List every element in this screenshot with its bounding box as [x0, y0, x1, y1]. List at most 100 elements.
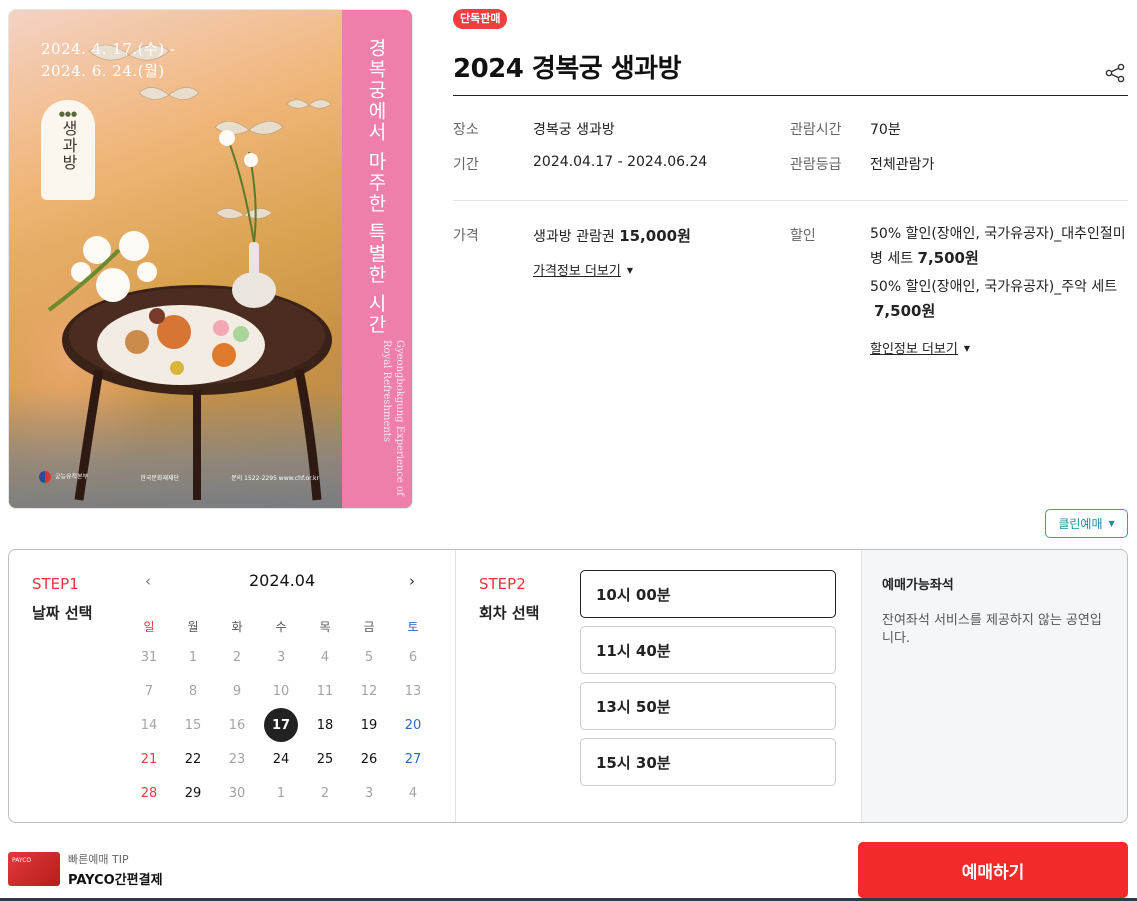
weekday-fri: 금 — [363, 619, 375, 634]
calendar-day[interactable]: 28 — [127, 786, 171, 801]
caret-down-icon: ▼ — [963, 344, 971, 353]
step2-title: 회차 선택 — [479, 604, 540, 622]
calendar-day[interactable]: 20 — [391, 718, 435, 733]
venue-label: 장소 — [453, 122, 479, 138]
calendar-day[interactable]: 21 — [127, 752, 171, 767]
poster-vertical-subtitle: Gyeongbokgung Experience of Royal Refres… — [381, 340, 405, 496]
calendar-day: 8 — [188, 683, 198, 699]
calendar-day: 1 — [188, 649, 198, 665]
calendar-day: 4 — [320, 649, 330, 665]
calendar-day: 2 — [320, 785, 330, 801]
poster-footer-mid: 한국문화재재단 — [140, 474, 179, 482]
weekday-sun: 일 — [143, 619, 155, 634]
next-month-button[interactable]: › — [409, 572, 415, 590]
calendar-week: 31 1 2 3 4 5 6 — [127, 640, 435, 674]
page: 2024. 4. 17.(수) - 2024. 6. 24.(월) ●●● 생과… — [0, 0, 1137, 901]
calendar-week: 14 15 16 17 18 19 20 — [127, 708, 435, 742]
calendar-day: 13 — [404, 683, 422, 699]
calendar-day: 3 — [364, 785, 374, 801]
discount-1-price: 7,500원 — [917, 249, 979, 267]
caret-down-icon: ▼ — [1108, 519, 1115, 528]
calendar-day: 6 — [408, 649, 418, 665]
time-slot-button[interactable]: 11시 40분 — [580, 626, 836, 674]
prev-month-button[interactable]: ‹ — [145, 572, 151, 590]
clean-booking-button[interactable]: 클린예매 ▼ — [1045, 509, 1128, 538]
calendar-day[interactable]: 27 — [391, 752, 435, 767]
calendar-grid: 일 월 화 수 목 금 토 31 1 2 3 4 5 6 7 8 9 10 11… — [127, 612, 435, 810]
weekday-sat: 토 — [407, 619, 419, 634]
calendar-day[interactable]: 26 — [347, 752, 391, 767]
poster-vertical-title: 경복궁에서 마주한 특별한 시간 — [365, 38, 387, 336]
seat-info-title: 예매가능좌석 — [882, 578, 954, 593]
venue-value: 경복궁 생과방 — [533, 122, 615, 138]
price-item-value: 15,000원 — [619, 227, 691, 245]
poster-logo: ●●● 생과방 — [41, 100, 95, 200]
calendar-day: 5 — [364, 649, 374, 665]
time-slot-button[interactable]: 13시 50분 — [580, 682, 836, 730]
poster-logo-text: 생과방 — [59, 120, 78, 171]
discount-1-text: 50% 할인(장애인, 국가유공자)_대추인절미병 세트 — [870, 226, 1126, 267]
discount-2-price: 7,500원 — [874, 302, 936, 320]
calendar-month: 2024.04 — [249, 571, 316, 590]
calendar-day: 16 — [228, 717, 246, 733]
calendar-day: 31 — [140, 649, 158, 665]
panel-divider — [455, 550, 456, 822]
poster-dates: 2024. 4. 17.(수) - 2024. 6. 24.(월) — [41, 38, 176, 82]
book-button[interactable]: 예매하기 — [858, 842, 1128, 898]
calendar-day: 10 — [272, 683, 290, 699]
calendar-day[interactable]: 18 — [303, 718, 347, 733]
poster-date-end: 2024. 6. 24.(월) — [41, 62, 165, 80]
calendar-day[interactable]: 25 — [303, 752, 347, 767]
runtime-value: 70분 — [870, 122, 901, 138]
calendar-day[interactable]: 29 — [171, 786, 215, 801]
price-label: 가격 — [453, 228, 479, 244]
logo-dots-icon: ●●● — [58, 110, 78, 118]
runtime-label: 관람시간 — [790, 122, 842, 138]
payco-card-icon: PAYCO — [8, 852, 60, 886]
booking-panel: STEP1 날짜 선택 ‹ 2024.04 › 일 월 화 수 목 금 토 31… — [8, 549, 1128, 823]
calendar-day: 15 — [184, 717, 202, 733]
time-slot-button-selected[interactable]: 10시 00분 — [580, 570, 836, 618]
rating-label: 관람등급 — [790, 157, 842, 173]
title-divider — [453, 95, 1128, 96]
discount-more-link[interactable]: 할인정보 더보기 ▼ — [870, 338, 970, 357]
calendar-week: 21 22 23 24 25 26 27 — [127, 742, 435, 776]
info-divider — [453, 200, 1128, 201]
period-label: 기간 — [453, 157, 479, 173]
calendar-day[interactable]: 22 — [171, 752, 215, 767]
calendar-day: 23 — [228, 751, 246, 767]
quick-booking-tip: 빠른예매 TIP — [68, 853, 129, 866]
calendar-week: 28 29 30 1 2 3 4 — [127, 776, 435, 810]
payco-label[interactable]: PAYCO간편결제 — [68, 869, 163, 888]
rating-value: 전체관람가 — [870, 157, 935, 173]
poster-footer-left: 궁능유적본부 — [39, 471, 88, 483]
price-item: 생과방 관람권 15,000원 — [533, 225, 691, 246]
calendar-day[interactable]: 24 — [259, 752, 303, 767]
step2-label: STEP2 — [479, 575, 526, 593]
weekday-tue: 화 — [231, 619, 243, 634]
calendar-day[interactable]: 19 — [347, 718, 391, 733]
seal-icon — [39, 471, 51, 483]
poster-date-start: 2024. 4. 17.(수) - — [41, 40, 176, 58]
time-slot-button[interactable]: 15시 30분 — [580, 738, 836, 786]
calendar-day: 2 — [232, 649, 242, 665]
calendar-day: 7 — [144, 683, 154, 699]
weekday-thu: 목 — [319, 619, 331, 634]
poster-footer-right: 문의 1522-2295 www.chf.or.kr — [231, 474, 319, 482]
discount-label: 할인 — [790, 228, 816, 244]
calendar-day: 3 — [276, 649, 286, 665]
calendar-weekday-row: 일 월 화 수 목 금 토 — [127, 612, 435, 640]
exclusive-badge: 단독판매 — [453, 9, 508, 29]
seat-info-panel: 예매가능좌석 잔여좌석 서비스를 제공하지 않는 공연입니다. — [861, 550, 1127, 822]
price-item-name: 생과방 관람권 — [533, 229, 615, 245]
share-icon[interactable] — [1104, 63, 1126, 83]
poster-image: 2024. 4. 17.(수) - 2024. 6. 24.(월) ●●● 생과… — [8, 9, 413, 509]
poster-footer: 궁능유적본부 한국문화재재단 문의 1522-2295 www.chf.or.k… — [39, 465, 319, 489]
calendar-day: 14 — [140, 717, 158, 733]
discount-2-text: 50% 할인(장애인, 국가유공자)_주악 세트 — [870, 279, 1118, 295]
page-title: 2024 경복궁 생과방 — [453, 54, 682, 84]
calendar-day: 30 — [228, 785, 246, 801]
price-more-link[interactable]: 가격정보 더보기 ▼ — [533, 260, 633, 279]
weekday-wed: 수 — [275, 619, 287, 634]
calendar-day-selected[interactable]: 17 — [259, 708, 303, 742]
